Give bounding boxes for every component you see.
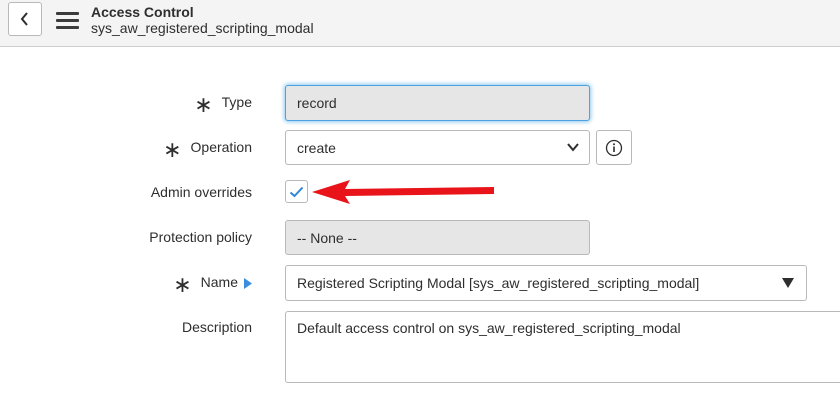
title-block: Access Control sys_aw_registered_scripti…: [91, 4, 314, 36]
name-reference-field[interactable]: Registered Scripting Modal [sys_aw_regis…: [285, 265, 807, 301]
annotation-arrow-icon: [312, 180, 494, 204]
name-label-text: Name: [200, 274, 238, 290]
required-icon: ∗: [163, 137, 182, 162]
operation-label: ∗ Operation: [163, 137, 252, 162]
required-icon: ∗: [194, 92, 213, 117]
triangle-right-icon[interactable]: [244, 277, 252, 289]
admin-overrides-label: Admin overrides: [151, 184, 252, 200]
admin-overrides-label-text: Admin overrides: [150, 184, 252, 200]
description-textarea[interactable]: Default access control on sys_aw_registe…: [285, 311, 840, 383]
protection-policy-field[interactable]: -- None --: [285, 220, 590, 255]
protection-policy-value: -- None --: [297, 229, 357, 246]
checkmark-icon: [289, 186, 304, 197]
page-title: Access Control: [91, 4, 194, 20]
type-field[interactable]: record: [285, 85, 590, 121]
operation-value: create: [297, 139, 336, 156]
chevron-left-icon: [20, 12, 28, 26]
type-value: record: [297, 95, 337, 111]
chevron-down-icon: [567, 143, 579, 152]
type-label: ∗ Type: [194, 92, 252, 117]
description-label: Description: [182, 319, 252, 335]
required-icon: ∗: [173, 272, 192, 297]
hamburger-menu-icon[interactable]: [56, 12, 79, 29]
form-header: Access Control sys_aw_registered_scripti…: [0, 0, 840, 47]
admin-overrides-checkbox[interactable]: [285, 180, 308, 203]
page-subtitle: sys_aw_registered_scripting_modal: [91, 20, 314, 36]
protection-policy-label-text: Protection policy: [149, 229, 252, 245]
name-label: ∗ Name: [173, 272, 252, 297]
description-value: Default access control on sys_aw_registe…: [297, 320, 681, 336]
name-value: Registered Scripting Modal [sys_aw_regis…: [297, 275, 700, 291]
triangle-down-icon[interactable]: [782, 278, 794, 288]
operation-label-text: Operation: [190, 139, 252, 155]
operation-select[interactable]: create: [285, 130, 590, 165]
description-label-text: Description: [181, 319, 252, 335]
protection-policy-label: Protection policy: [149, 229, 252, 245]
type-label-text: Type: [221, 94, 252, 110]
back-button[interactable]: [8, 2, 42, 36]
info-icon: [605, 139, 623, 156]
info-button[interactable]: [596, 130, 632, 165]
